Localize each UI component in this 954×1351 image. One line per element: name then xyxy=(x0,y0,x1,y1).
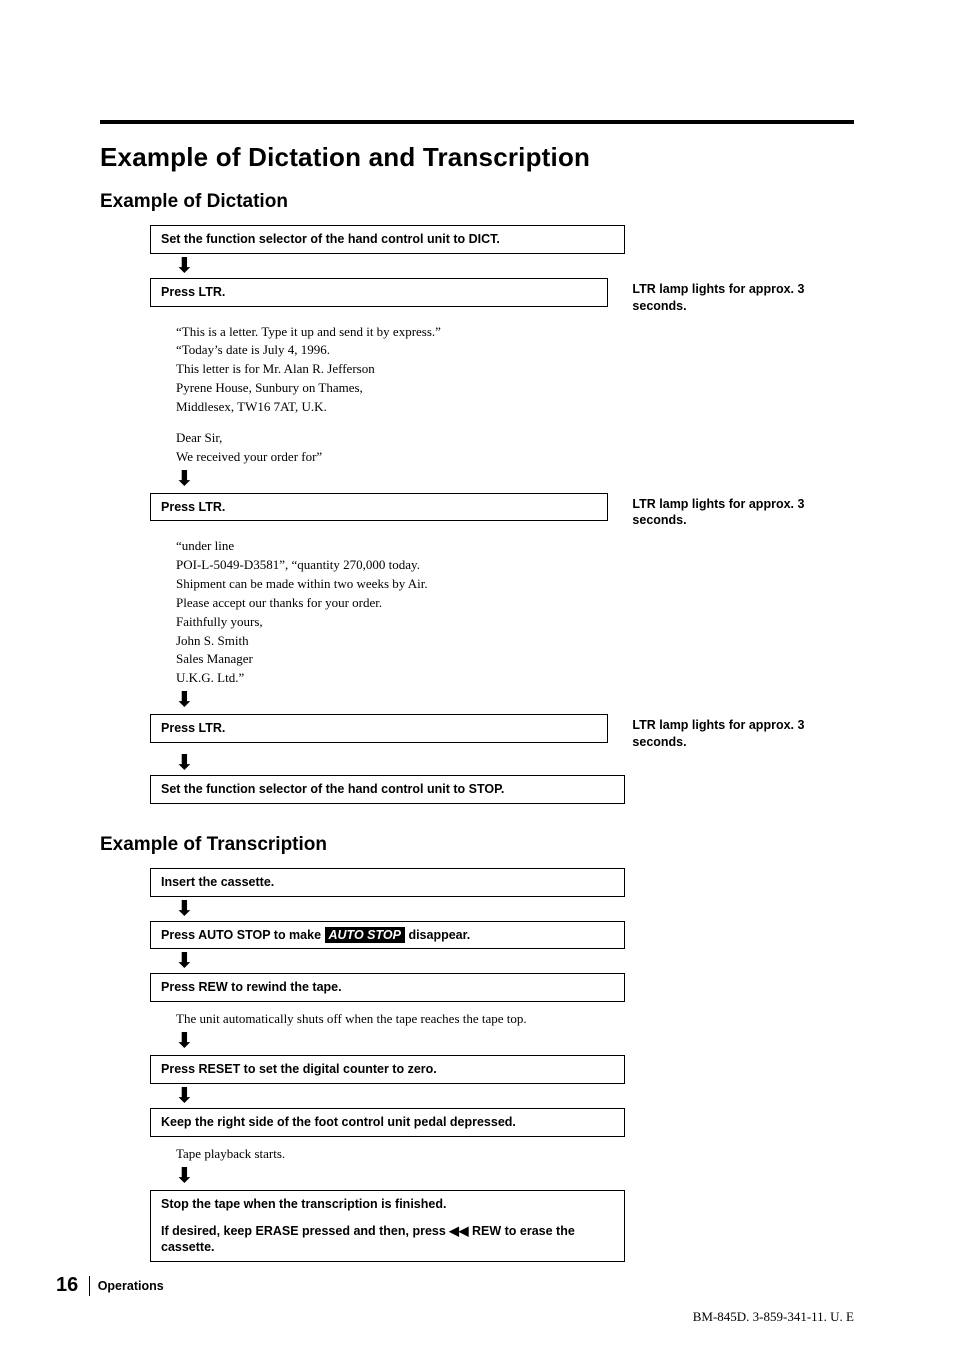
step-set-dict: Set the function selector of the hand co… xyxy=(150,225,625,254)
inverse-badge: AUTO STOP xyxy=(325,927,405,944)
body-line: Tape playback starts. xyxy=(176,1145,626,1164)
arrow-down-icon: ⬇ xyxy=(176,899,854,919)
body-line: U.K.G. Ltd.” xyxy=(176,669,626,688)
body-line: Please accept our thanks for your order. xyxy=(176,594,626,613)
body-line: Middlesex, TW16 7AT, U.K. xyxy=(176,398,626,417)
top-rule xyxy=(100,120,854,124)
body-line: “Today’s date is July 4, 1996. xyxy=(176,341,626,360)
body-line: “This is a letter. Type it up and send i… xyxy=(176,323,626,342)
step-text: Press AUTO STOP to make xyxy=(161,928,325,942)
section-transcription-title: Example of Transcription xyxy=(100,834,854,856)
body-line: Sales Manager xyxy=(176,650,626,669)
sidenote-ltr-1: LTR lamp lights for approx. 3 seconds. xyxy=(632,281,854,315)
step-press-rew: Press REW to rewind the tape. xyxy=(150,973,625,1002)
body-line: Shipment can be made within two weeks by… xyxy=(176,575,626,594)
body-line: Faithfully yours, xyxy=(176,613,626,632)
sidenote-ltr-2: LTR lamp lights for approx. 3 seconds. xyxy=(632,496,854,530)
body-line: Pyrene House, Sunbury on Thames, xyxy=(176,379,626,398)
dictation-body-2: “under line POI-L-5049-D3581”, “quantity… xyxy=(176,537,626,688)
step-press-ltr-2: Press LTR. xyxy=(150,493,608,522)
step-text: If desired, keep ERASE pressed and then,… xyxy=(161,1223,614,1257)
arrow-down-icon: ⬇ xyxy=(176,1031,854,1051)
arrow-down-icon: ⬇ xyxy=(176,690,854,710)
body-line: The unit automatically shuts off when th… xyxy=(176,1010,626,1029)
step-insert-cassette: Insert the cassette. xyxy=(150,868,625,897)
step-foot-pedal: Keep the right side of the foot control … xyxy=(150,1108,625,1137)
step-auto-stop: Press AUTO STOP to make AUTO STOP disapp… xyxy=(150,921,625,950)
step-set-stop: Set the function selector of the hand co… xyxy=(150,775,625,804)
body-line: Dear Sir, xyxy=(176,429,626,448)
transcription-body-2: Tape playback starts. xyxy=(176,1145,626,1164)
dictation-body-1: “This is a letter. Type it up and send i… xyxy=(176,323,626,467)
body-line: This letter is for Mr. Alan R. Jefferson xyxy=(176,360,626,379)
body-line: “under line xyxy=(176,537,626,556)
section-dictation-title: Example of Dictation xyxy=(100,191,854,213)
arrow-down-icon: ⬇ xyxy=(176,1166,854,1186)
step-text: disappear. xyxy=(405,928,470,942)
page-footer-left: 16 Operations xyxy=(56,1274,164,1297)
step-press-ltr-3: Press LTR. xyxy=(150,714,608,743)
step-stop-erase: Stop the tape when the transcription is … xyxy=(150,1190,625,1263)
body-line: We received your order for” xyxy=(176,448,626,467)
step-text: Stop the tape when the transcription is … xyxy=(161,1196,614,1213)
body-line: John S. Smith xyxy=(176,632,626,651)
dictation-flow: Set the function selector of the hand co… xyxy=(150,225,854,804)
arrow-down-icon: ⬇ xyxy=(176,951,854,971)
arrow-down-icon: ⬇ xyxy=(176,753,854,773)
sidenote-ltr-3: LTR lamp lights for approx. 3 seconds. xyxy=(632,717,854,751)
page-number: 16 xyxy=(56,1274,78,1297)
page-title: Example of Dictation and Transcription xyxy=(100,142,854,173)
transcription-body-1: The unit automatically shuts off when th… xyxy=(176,1010,626,1029)
arrow-down-icon: ⬇ xyxy=(176,256,854,276)
body-line: POI-L-5049-D3581”, “quantity 270,000 tod… xyxy=(176,556,626,575)
page-section-label: Operations xyxy=(89,1276,164,1296)
step-press-ltr-1: Press LTR. xyxy=(150,278,608,307)
arrow-down-icon: ⬇ xyxy=(176,469,854,489)
arrow-down-icon: ⬇ xyxy=(176,1086,854,1106)
transcription-flow: Insert the cassette. ⬇ Press AUTO STOP t… xyxy=(150,868,854,1263)
step-press-reset: Press RESET to set the digital counter t… xyxy=(150,1055,625,1084)
footer-code: BM-845D. 3-859-341-11. U. E xyxy=(693,1309,854,1325)
